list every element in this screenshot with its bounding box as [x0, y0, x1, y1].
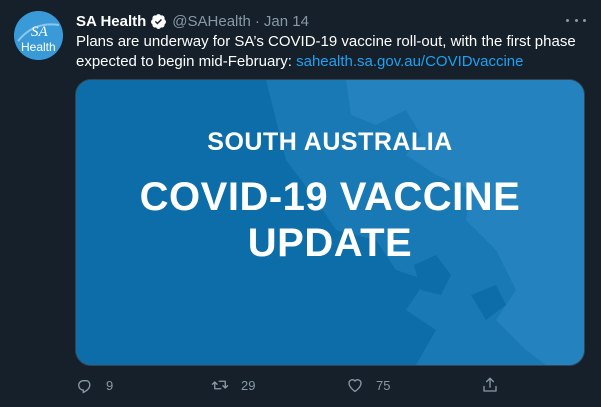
retweet-icon — [211, 380, 229, 390]
tweet[interactable]: SA Health SA Health @SAHealth · Jan 14 P… — [0, 0, 601, 407]
tweet-text: Plans are underway for SA’s COVID-19 vac… — [76, 32, 581, 72]
reply-icon — [78, 379, 91, 394]
card-title-region: SOUTH AUSTRALIA — [207, 128, 453, 156]
like-count: 75 — [376, 377, 391, 393]
more-options-icon[interactable] — [566, 13, 586, 27]
tweet-link[interactable]: sahealth.sa.gov.au/COVIDvaccine — [296, 53, 523, 70]
reply-count: 9 — [106, 377, 114, 393]
tweet-header: SA Health @SAHealth · Jan 14 — [76, 11, 309, 31]
action-bar: 9 29 75 — [76, 374, 506, 396]
sa-health-logo: SA Health — [14, 11, 63, 60]
author-handle[interactable]: @SAHealth — [172, 13, 251, 30]
separator-dot: · — [254, 12, 260, 30]
tweet-date[interactable]: Jan 14 — [264, 13, 309, 30]
author-name[interactable]: SA Health — [76, 13, 146, 30]
card-title-line2: UPDATE — [247, 221, 413, 265]
retweet-button[interactable]: 29 — [211, 374, 255, 396]
verified-badge-icon — [150, 13, 167, 30]
avatar-text-sa: SA — [31, 24, 49, 40]
avatar[interactable]: SA Health — [14, 11, 63, 60]
avatar-text-health: Health — [21, 40, 56, 54]
card-title-main: COVID-19 VACCINE UPDATE — [76, 174, 584, 266]
media-card[interactable]: SOUTH AUSTRALIA COVID-19 VACCINE UPDATE — [75, 79, 585, 366]
reply-button[interactable]: 9 — [76, 374, 113, 396]
heart-icon — [348, 379, 362, 393]
like-button[interactable]: 75 — [346, 374, 390, 396]
retweet-count: 29 — [241, 377, 256, 393]
share-button[interactable] — [481, 374, 499, 396]
share-icon — [483, 377, 497, 392]
card-title-line1: COVID-19 VACCINE — [139, 175, 521, 219]
